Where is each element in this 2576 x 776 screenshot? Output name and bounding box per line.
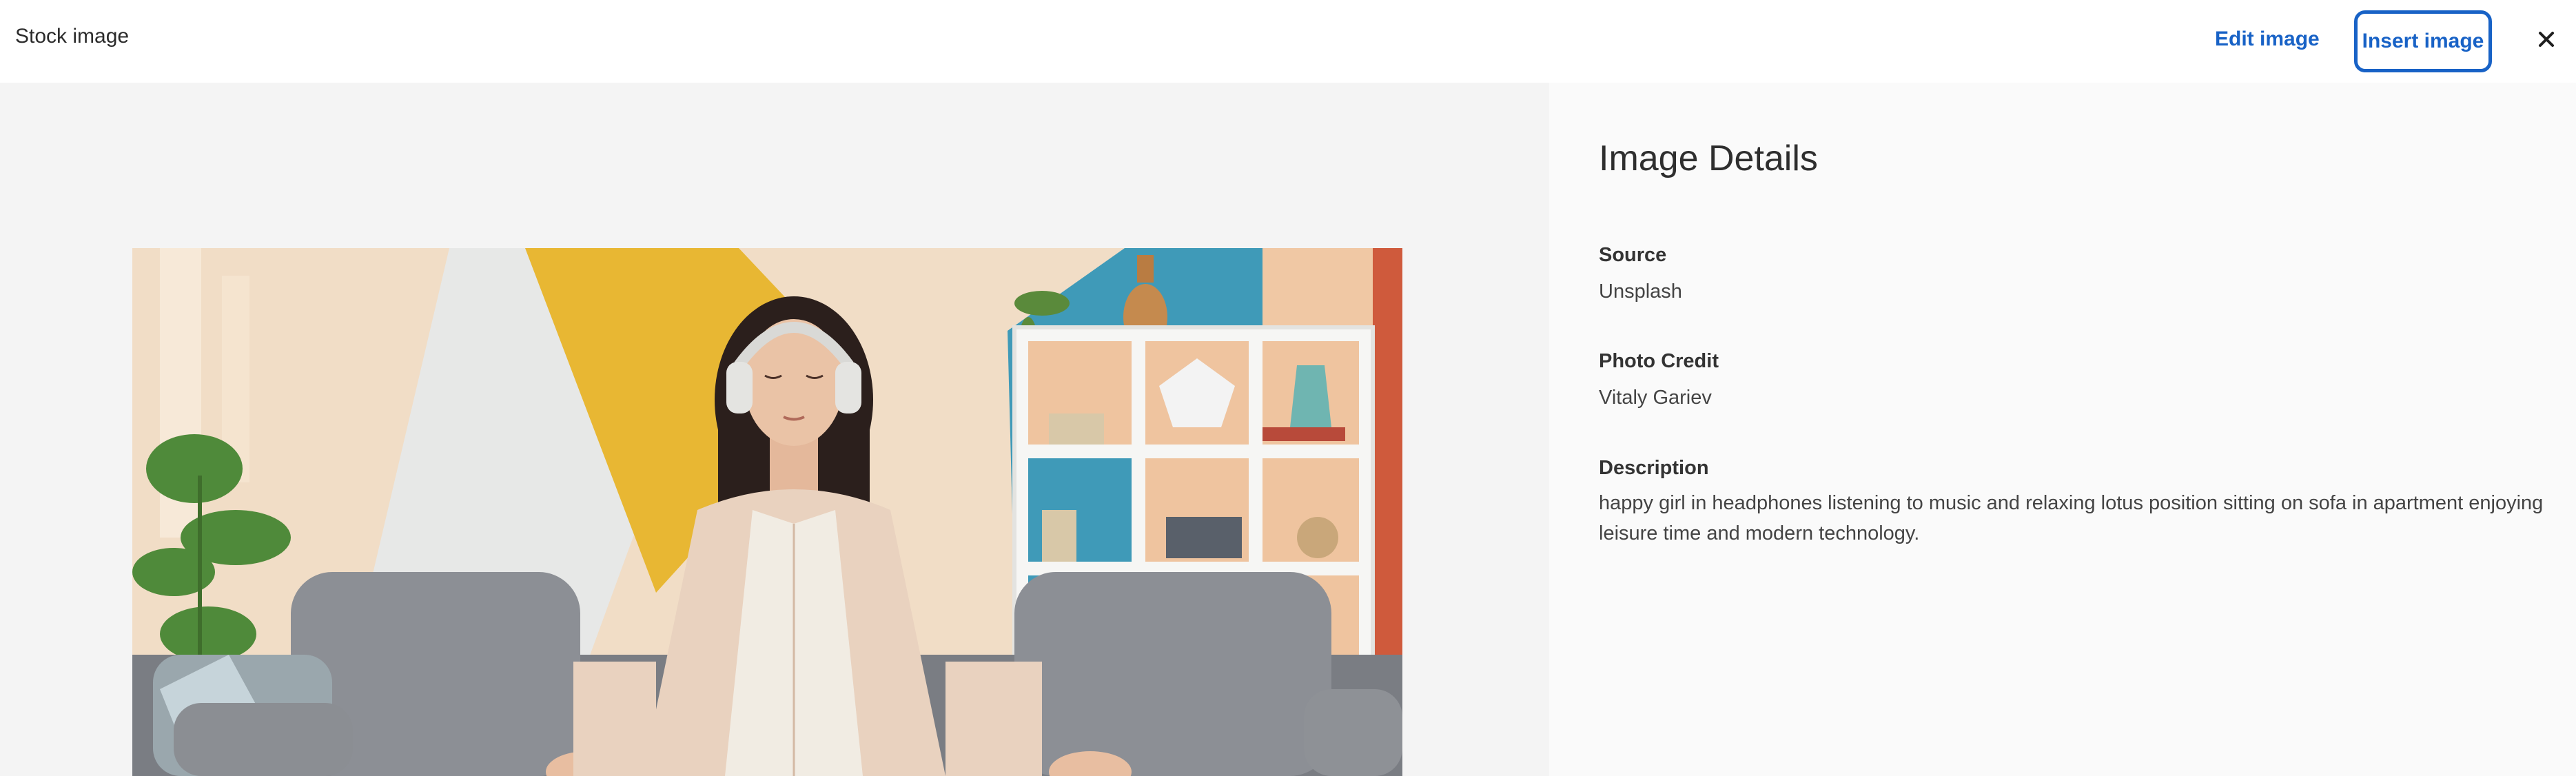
stock-photo <box>132 248 1402 776</box>
source-label: Source <box>1599 244 1667 266</box>
top-bar: Stock image Edit image Insert image <box>0 0 2576 83</box>
source-value: Unsplash <box>1599 280 1682 303</box>
close-button[interactable] <box>2529 22 2564 57</box>
close-icon <box>2539 32 2554 47</box>
photo-credit-value: Vitaly Gariev <box>1599 387 1712 409</box>
insert-image-button[interactable]: Insert image <box>2354 10 2492 72</box>
image-details-panel: Image Details Source Unsplash Photo Cred… <box>1549 83 2576 776</box>
description-value: happy girl in headphones listening to mu… <box>1599 492 2544 544</box>
description-label: Description <box>1599 457 1709 479</box>
dialog-title: Stock image <box>15 25 130 48</box>
image-preview-pane <box>0 83 1549 776</box>
details-heading: Image Details <box>1599 139 1818 178</box>
photo-credit-label: Photo Credit <box>1599 350 1719 372</box>
edit-image-button[interactable]: Edit image <box>2202 19 2332 59</box>
